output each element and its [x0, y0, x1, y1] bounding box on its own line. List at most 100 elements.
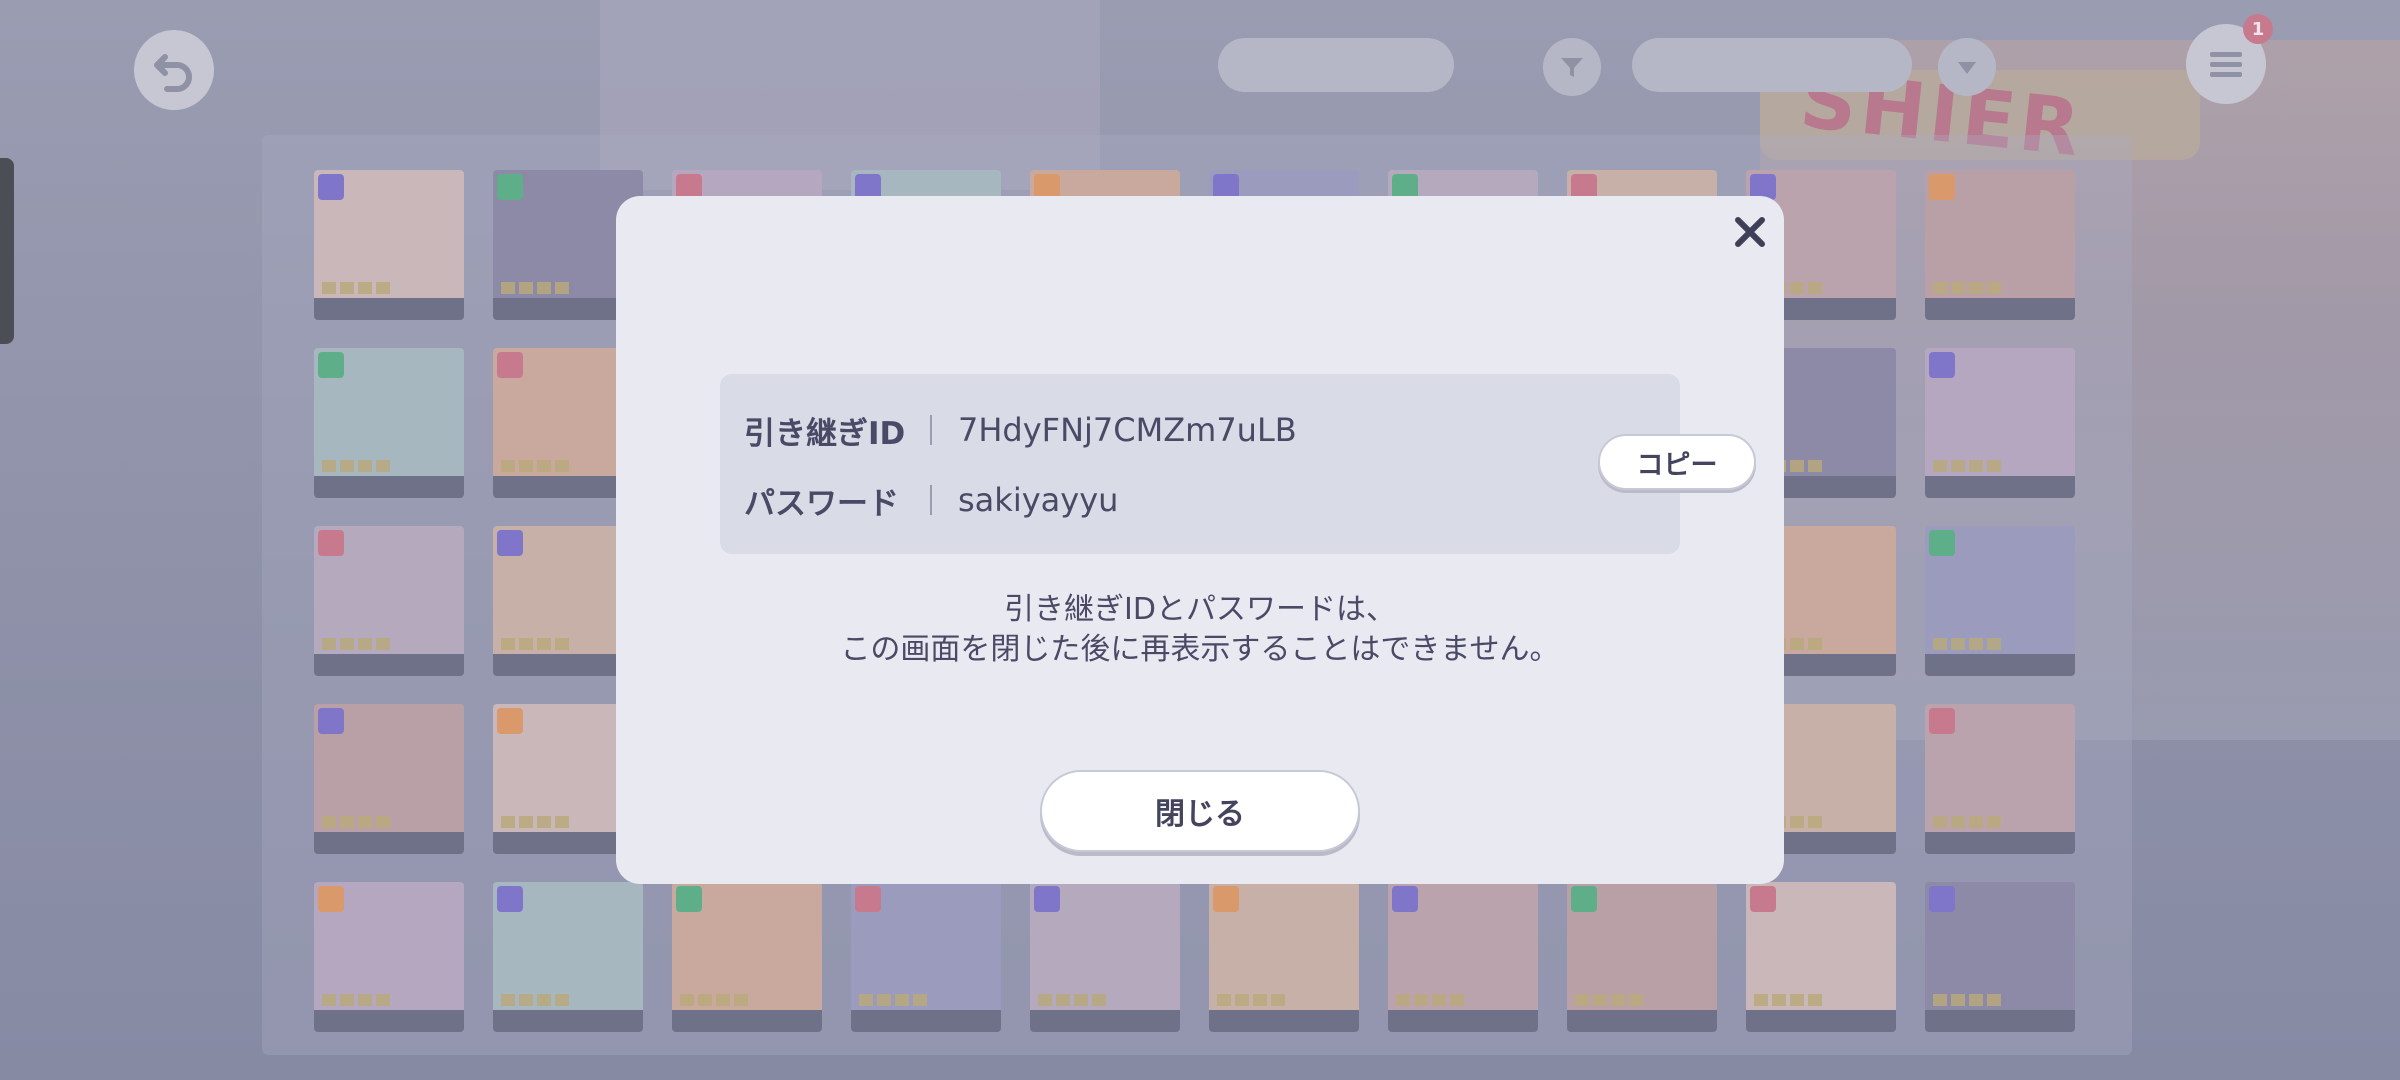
- rarity-stars-icon: [1575, 994, 1645, 1006]
- rarity-stars-icon: [1754, 994, 1824, 1006]
- attribute-icon: [497, 886, 523, 912]
- rarity-stars-icon: [1933, 994, 2003, 1006]
- rarity-stars-icon: [680, 994, 750, 1006]
- attribute-icon: [318, 174, 344, 200]
- attribute-icon: [855, 886, 881, 912]
- back-arrow-icon: [154, 54, 192, 92]
- character-card[interactable]: [1030, 882, 1180, 1032]
- card-level-bar: [851, 1010, 1001, 1032]
- separator: [930, 415, 932, 445]
- card-level-bar: [1388, 1010, 1538, 1032]
- character-card[interactable]: [1925, 704, 2075, 854]
- order-toggle-button[interactable]: [1938, 38, 1996, 96]
- card-level-bar: [314, 298, 464, 320]
- rarity-stars-icon: [501, 994, 571, 1006]
- rarity-stars-icon: [859, 994, 929, 1006]
- rarity-stars-icon: [501, 282, 571, 294]
- character-card[interactable]: [1925, 170, 2075, 320]
- rarity-stars-icon: [1217, 994, 1287, 1006]
- rarity-stars-icon: [322, 460, 392, 472]
- rarity-stars-icon: [1933, 638, 2003, 650]
- close-button[interactable]: 閉じる: [1040, 770, 1360, 852]
- chevron-down-icon: [1958, 62, 1976, 74]
- attribute-icon: [318, 352, 344, 378]
- rarity-stars-icon: [322, 816, 392, 828]
- attribute-icon: [1213, 886, 1239, 912]
- sort-dropdown[interactable]: [1218, 38, 1454, 92]
- attribute-icon: [497, 352, 523, 378]
- hamburger-menu-icon: [2210, 52, 2242, 77]
- card-level-bar: [314, 476, 464, 498]
- character-card[interactable]: [1925, 882, 2075, 1032]
- notice-line-1: 引き継ぎIDとパスワードは、: [1004, 592, 1396, 627]
- side-drawer-tab[interactable]: [0, 158, 14, 344]
- copy-button[interactable]: コピー: [1598, 434, 1756, 490]
- attribute-icon: [1034, 886, 1060, 912]
- close-x-icon: [1735, 217, 1765, 247]
- character-card[interactable]: [314, 348, 464, 498]
- filter-button[interactable]: [1543, 38, 1601, 96]
- separator: [930, 485, 932, 515]
- transfer-id-value: 7HdyFNj7CMZm7uLB: [958, 411, 1297, 449]
- attribute-icon: [497, 530, 523, 556]
- password-label: パスワード: [744, 485, 899, 522]
- character-card[interactable]: [1209, 882, 1359, 1032]
- rarity-stars-icon: [1933, 282, 2003, 294]
- password-row: パスワード sakiyayyu: [744, 478, 1118, 522]
- attribute-icon: [1929, 530, 1955, 556]
- card-level-bar: [1030, 1010, 1180, 1032]
- card-level-bar: [1925, 1010, 2075, 1032]
- card-level-bar: [672, 1010, 822, 1032]
- character-card[interactable]: [314, 704, 464, 854]
- character-card[interactable]: [672, 882, 822, 1032]
- rarity-dropdown[interactable]: [1632, 38, 1912, 92]
- rarity-stars-icon: [501, 638, 571, 650]
- attribute-icon: [1929, 352, 1955, 378]
- character-card[interactable]: [314, 170, 464, 320]
- character-card[interactable]: [1746, 882, 1896, 1032]
- character-card[interactable]: [314, 526, 464, 676]
- rarity-stars-icon: [322, 994, 392, 1006]
- card-level-bar: [1925, 654, 2075, 676]
- rarity-stars-icon: [1933, 816, 2003, 828]
- transfer-id-row: 引き継ぎID 7HdyFNj7CMZm7uLB: [744, 408, 1297, 452]
- attribute-icon: [318, 708, 344, 734]
- card-level-bar: [1567, 1010, 1717, 1032]
- attribute-icon: [1571, 886, 1597, 912]
- rarity-stars-icon: [1933, 460, 2003, 472]
- dialog-close-x-button[interactable]: [1728, 210, 1772, 254]
- game-screen: SHIER 1 引き継ぎID 7HdyFNj7CMZm7uLB パスワード sa…: [0, 0, 2400, 1080]
- back-button[interactable]: [134, 30, 214, 110]
- attribute-icon: [1392, 886, 1418, 912]
- attribute-icon: [1929, 886, 1955, 912]
- character-card[interactable]: [314, 882, 464, 1032]
- account-transfer-dialog: 引き継ぎID 7HdyFNj7CMZm7uLB パスワード sakiyayyu …: [616, 196, 1784, 884]
- card-level-bar: [1209, 1010, 1359, 1032]
- notice-line-2: この画面を閉じた後に再表示することはできません。: [840, 632, 1560, 667]
- card-level-bar: [1925, 832, 2075, 854]
- character-card[interactable]: [1567, 882, 1717, 1032]
- rarity-stars-icon: [322, 638, 392, 650]
- rarity-stars-icon: [322, 282, 392, 294]
- filter-icon: [1561, 58, 1583, 77]
- attribute-icon: [497, 708, 523, 734]
- character-card[interactable]: [1925, 348, 2075, 498]
- card-level-bar: [1925, 476, 2075, 498]
- notification-badge: 1: [2243, 14, 2273, 44]
- card-level-bar: [314, 654, 464, 676]
- character-card[interactable]: [851, 882, 1001, 1032]
- rarity-stars-icon: [1396, 994, 1466, 1006]
- card-level-bar: [314, 1010, 464, 1032]
- attribute-icon: [318, 886, 344, 912]
- credentials-box: 引き継ぎID 7HdyFNj7CMZm7uLB パスワード sakiyayyu …: [720, 374, 1756, 554]
- character-card[interactable]: [1388, 882, 1538, 1032]
- character-card[interactable]: [493, 882, 643, 1032]
- character-card[interactable]: [1925, 526, 2075, 676]
- rarity-stars-icon: [501, 460, 571, 472]
- attribute-icon: [1929, 174, 1955, 200]
- card-level-bar: [1925, 298, 2075, 320]
- card-level-bar: [1746, 1010, 1896, 1032]
- attribute-icon: [497, 174, 523, 200]
- attribute-icon: [1750, 886, 1776, 912]
- transfer-id-label: 引き継ぎID: [744, 415, 906, 452]
